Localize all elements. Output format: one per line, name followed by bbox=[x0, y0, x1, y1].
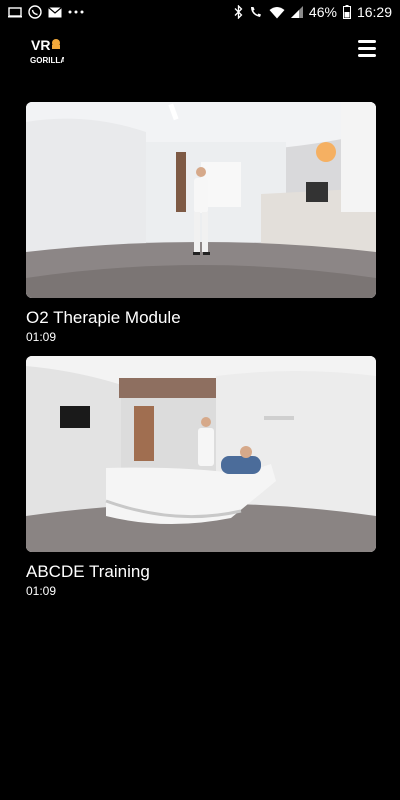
wifi-icon bbox=[269, 6, 285, 19]
status-left-icons bbox=[8, 5, 84, 19]
app-header: VR GORILLA bbox=[0, 28, 400, 76]
status-bar: 46% 16:29 bbox=[0, 0, 400, 24]
video-thumbnail[interactable] bbox=[26, 356, 376, 552]
video-duration: 01:09 bbox=[26, 584, 57, 598]
bluetooth-icon bbox=[234, 5, 243, 19]
hamburger-menu-button[interactable] bbox=[358, 40, 376, 60]
hamburger-icon-line bbox=[358, 47, 376, 50]
video-title[interactable]: O2 Therapie Module bbox=[26, 308, 376, 328]
hamburger-icon-line bbox=[358, 54, 376, 57]
status-right-icons: 46% 16:29 bbox=[234, 4, 392, 20]
battery-icon bbox=[342, 5, 351, 19]
mail-icon bbox=[48, 6, 62, 18]
signal-icon bbox=[290, 6, 303, 18]
vr-gorilla-logo: VR GORILLA bbox=[30, 36, 66, 66]
svg-text:GORILLA: GORILLA bbox=[30, 56, 64, 65]
battery-percent: 46% bbox=[308, 4, 337, 20]
more-dots-icon bbox=[68, 10, 84, 14]
video-card-abcde-training[interactable]: ABCDE Training 01:09 bbox=[26, 356, 376, 598]
video-duration: 01:09 bbox=[26, 330, 57, 344]
video-thumbnail[interactable] bbox=[26, 102, 376, 298]
svg-text:VR: VR bbox=[31, 37, 50, 53]
wifi-call-icon bbox=[249, 5, 263, 19]
video-card-o2-therapie[interactable]: O2 Therapie Module 01:09 bbox=[26, 102, 376, 344]
video-title[interactable]: ABCDE Training bbox=[26, 562, 376, 582]
whatsapp-icon bbox=[28, 5, 42, 19]
clock: 16:29 bbox=[356, 4, 392, 20]
tablet-icon bbox=[8, 6, 22, 18]
hamburger-icon bbox=[358, 40, 376, 43]
